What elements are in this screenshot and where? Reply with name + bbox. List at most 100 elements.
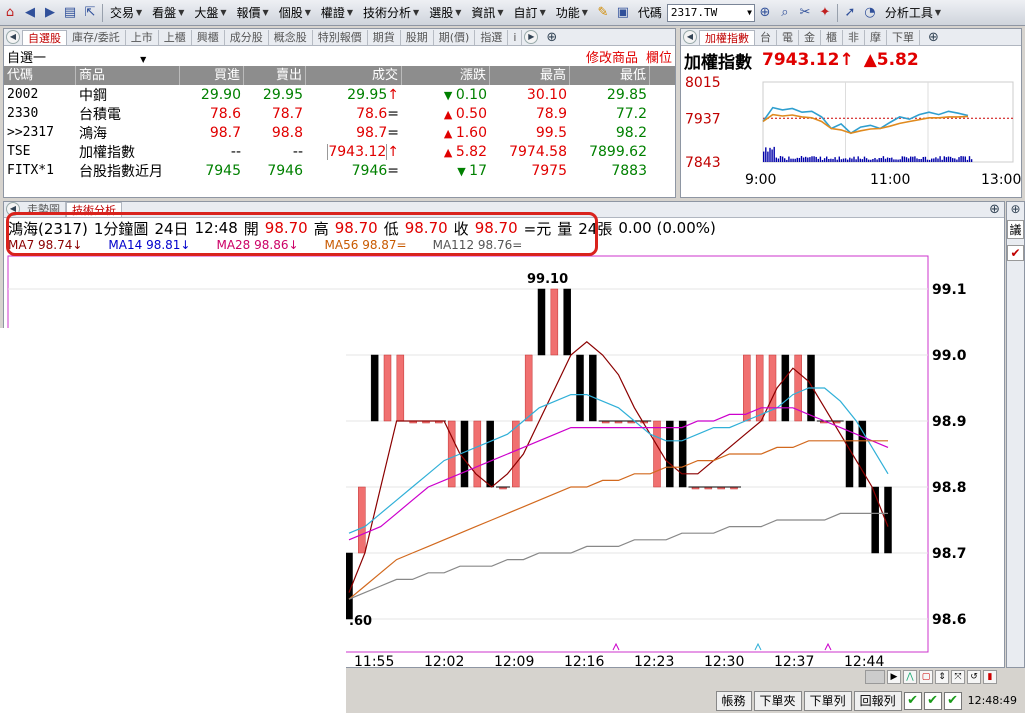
search-icon[interactable]: ⌕ [775,3,795,23]
menu-item[interactable]: 交易 ▼ [105,4,147,21]
fit-icon[interactable]: ⤧ [951,670,965,684]
index-tab[interactable]: 加權指數 [699,30,755,45]
column-header[interactable]: 商品 [76,66,180,85]
cell-change: ▼ 0.10 [402,87,490,103]
tab-prev-icon[interactable]: ◀ [6,30,20,44]
quote-tab[interactable]: 指選 [475,30,508,45]
pen-icon[interactable]: ✎ [593,3,613,23]
menu-item[interactable]: 看盤 ▼ [147,4,189,21]
volume-bar [883,156,884,162]
menu-item[interactable]: 大盤 ▼ [189,4,231,21]
index-tab[interactable]: 摩 [865,30,887,45]
volume-bar [956,160,957,162]
table-row[interactable]: 2002 中鋼 29.90 29.95 29.95↑ ▼ 0.10 30.10 29.85 [4,85,675,104]
quote-tab[interactable]: 股期 [401,30,434,45]
status-clock: 12:48:49 [964,694,1021,707]
column-header[interactable]: 成交 [306,66,402,85]
menu-item[interactable]: 自訂 ▼ [509,4,551,21]
quote-tab[interactable]: 期貨 [368,30,401,45]
chart-style-icon[interactable]: ⋀ [903,670,917,684]
tab-next-icon[interactable]: ▶ [524,30,538,44]
column-header[interactable]: 賣出 [244,66,306,85]
side-label[interactable]: 議 [1007,220,1024,239]
menu-item[interactable]: 功能 ▼ [551,4,593,21]
index-tab[interactable]: 台 [755,30,777,45]
column-header[interactable]: 代碼 [4,66,76,85]
index-tab[interactable]: 電 [777,30,799,45]
check-icon[interactable]: ✔ [904,692,922,710]
indicator-icon[interactable]: ▮ [983,670,997,684]
menu-item[interactable]: 技術分析 ▼ [358,4,424,21]
chevron-down-icon[interactable]: ▼ [747,8,754,17]
home-icon[interactable]: ⌂ [0,3,20,23]
column-header[interactable]: 最低 [570,66,650,85]
layout-icon[interactable]: ▢ [919,670,933,684]
volume-bar [891,158,892,162]
column-header[interactable]: 最高 [490,66,570,85]
popout-icon[interactable]: ⇱ [80,3,100,23]
column-header[interactable]: 買進 [180,66,244,85]
toolbar-separator [102,4,103,22]
status-button[interactable]: 下單列 [804,691,852,711]
tab-prev-icon[interactable]: ◀ [683,30,697,44]
quote-tab[interactable]: 自選股 [22,30,67,45]
index-tab[interactable]: 金 [799,30,821,45]
modify-products-button[interactable]: 修改商品 [586,47,638,66]
column-header[interactable]: 漲跌 [402,66,490,85]
volume-bar [849,158,850,162]
magnifier-icon[interactable]: ⊕ [755,3,775,23]
code-input[interactable]: 2317.TW ▼ [667,4,755,22]
table-row[interactable]: TSE 加權指數 -- -- 7943.12↑ ▲ 5.82 7974.58 7899.62 [4,142,675,161]
status-button[interactable]: 帳務 [716,691,752,711]
tag-icon[interactable]: ✦ [815,3,835,23]
menu-item[interactable]: 權證 ▼ [316,4,358,21]
menu-item[interactable]: 報價 ▼ [232,4,274,21]
forward-icon[interactable]: ▶ [40,3,60,23]
menu-item[interactable]: 資訊 ▼ [466,4,508,21]
index-tab[interactable]: 下單 [887,30,920,45]
tools-icon[interactable]: ✂ [795,3,815,23]
columns-button[interactable]: 欄位 [646,47,672,66]
check-icon[interactable]: ✔ [924,692,942,710]
index-tab[interactable]: 櫃 [821,30,843,45]
volume-bar [851,159,852,162]
quote-tab[interactable]: 特別報價 [313,30,368,45]
list-selector[interactable]: 自選一 ▼ [7,47,146,66]
table-row[interactable]: >>2317 鴻海 98.7 98.8 98.7= ▲ 1.60 99.5 98.2 [4,123,675,142]
status-button[interactable]: 下單夾 [754,691,802,711]
menu-item[interactable]: 個股 ▼ [274,4,316,21]
quote-tab[interactable]: 期(價) [434,30,476,45]
index-tab[interactable]: 非 [843,30,865,45]
volume-bar [931,159,932,162]
quote-tab[interactable]: 成分股 [225,30,269,45]
quote-tab[interactable]: 興櫃 [192,30,225,45]
quote-tab[interactable]: 上櫃 [159,30,192,45]
quote-tab[interactable]: 概念股 [269,30,313,45]
side-check-icon[interactable]: ✔ [1007,245,1024,261]
lock-icon[interactable]: ◔ [860,3,880,23]
volume-bar [830,159,831,162]
back-icon[interactable]: ◀ [20,3,40,23]
check-icon[interactable]: ✔ [944,692,962,710]
zoom-icon[interactable]: ⊕ [1007,202,1024,216]
candle [577,355,584,421]
zoom-in-icon[interactable]: ⇕ [935,670,949,684]
quote-tab[interactable]: i [508,30,522,45]
cursor-icon[interactable]: ➚ [840,3,860,23]
window-icon[interactable]: ▣ [613,3,633,23]
scroll-right-icon[interactable]: ▶ [887,670,901,684]
table-row[interactable]: 2330 台積電 78.6 78.7 78.6= ▲ 0.50 78.9 77.2 [4,104,675,123]
zoom-icon[interactable]: ⊕ [928,30,939,45]
zoom-icon[interactable]: ⊕ [989,202,1000,217]
quote-tab[interactable]: 庫存/委託 [67,30,126,45]
reset-icon[interactable]: ↺ [967,670,981,684]
analysis-tools-menu[interactable]: 分析工具 ▼ [880,4,946,21]
status-button[interactable]: 回報列 [854,691,902,711]
print-icon[interactable]: ▤ [60,3,80,23]
menu-item[interactable]: 選股 ▼ [424,4,466,21]
quote-tab[interactable]: 上市 [126,30,159,45]
zoom-icon[interactable]: ⊕ [546,30,557,45]
cell-change: ▲ 5.82 [402,144,490,160]
table-row[interactable]: FITX*1 台股指數近月 7945 7946 7946= ▼ 17 7975 7883 [4,161,675,180]
scroll-track[interactable] [865,670,885,684]
